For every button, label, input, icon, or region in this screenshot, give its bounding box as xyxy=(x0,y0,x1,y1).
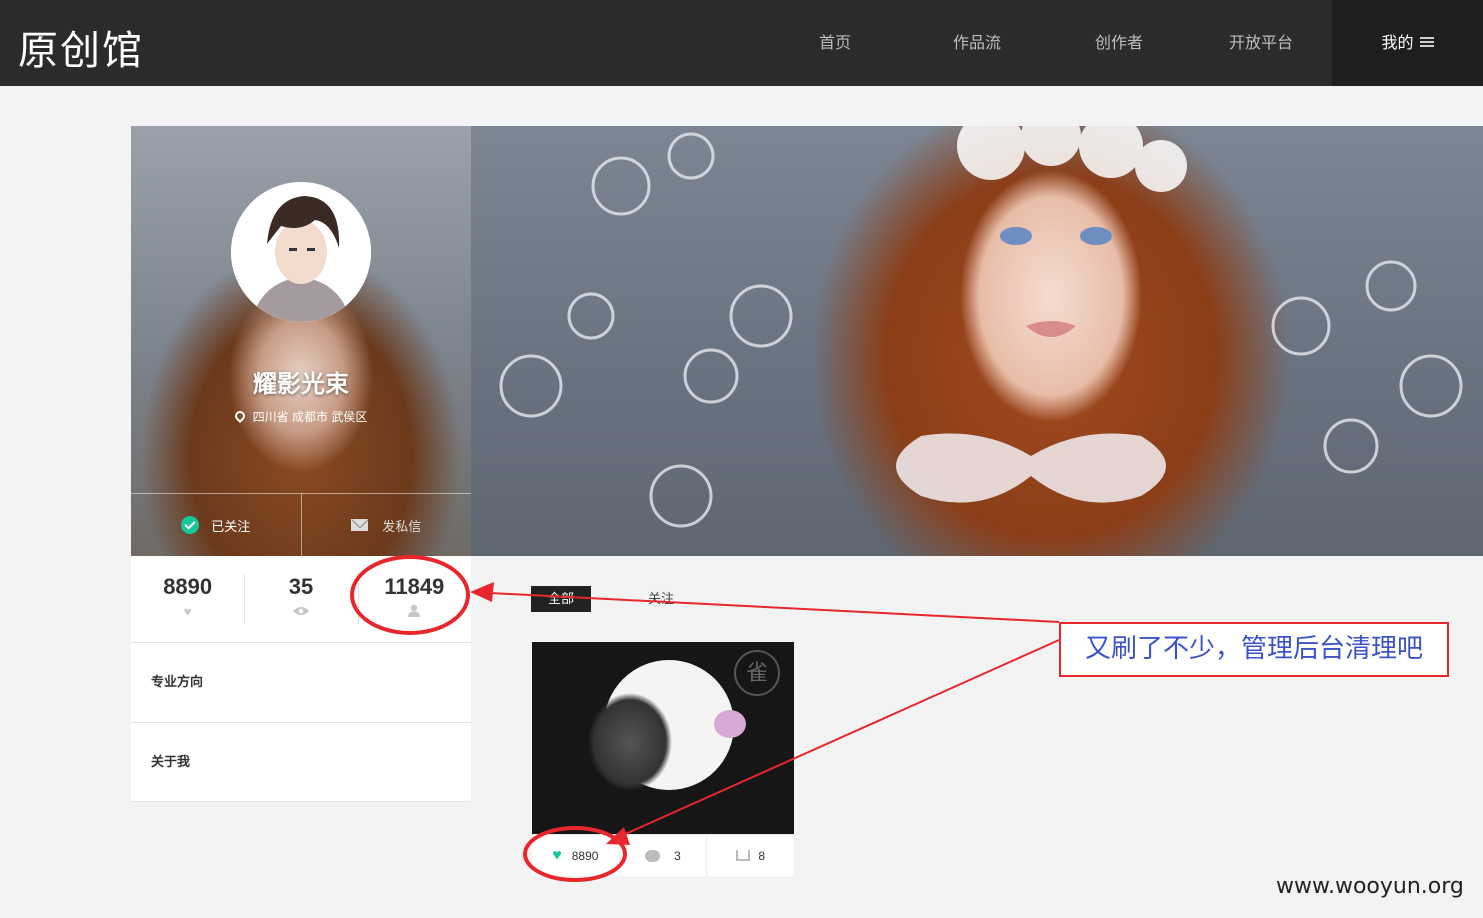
stat-followers-value: 11849 xyxy=(384,574,445,599)
stat-likes: 8890 ♥ xyxy=(131,556,244,642)
tab-follow[interactable]: 关注 xyxy=(631,586,691,612)
artwork-seal: 雀 xyxy=(734,650,780,696)
artwork-image[interactable]: 雀 xyxy=(532,642,794,834)
artwork-share-button[interactable]: 8 xyxy=(706,835,794,876)
section-about-me: 关于我 xyxy=(131,722,471,802)
follow-label: 已关注 xyxy=(211,518,251,534)
watermark: www.wooyun.org xyxy=(1276,874,1464,899)
nav-creators[interactable]: 创作者 xyxy=(1048,0,1190,86)
message-button[interactable]: 发私信 xyxy=(300,494,472,556)
stat-likes-value: 8890 xyxy=(163,574,213,599)
heart-icon: ♥ xyxy=(552,846,562,864)
location-pin-icon xyxy=(232,408,247,423)
top-nav: 原创馆 首页 作品流 创作者 开放平台 我的 xyxy=(0,0,1483,86)
artwork-comment-count: 3 xyxy=(674,848,681,863)
artwork-card[interactable]: 雀 ♥ 8890 3 8 xyxy=(532,642,794,876)
eye-icon xyxy=(244,604,357,619)
mail-icon xyxy=(351,519,369,531)
stat-views: 35 xyxy=(244,556,357,642)
annotation-note: 又刷了不少，管理后台清理吧 xyxy=(1059,622,1449,677)
stat-views-value: 35 xyxy=(288,574,314,599)
artwork-share-count: 8 xyxy=(758,848,766,863)
nav-works-feed[interactable]: 作品流 xyxy=(906,0,1048,86)
location-text: 四川省 成都市 武侯区 xyxy=(252,410,368,424)
nav-open-platform[interactable]: 开放平台 xyxy=(1190,0,1332,86)
artwork-meta: ♥ 8890 3 8 xyxy=(532,834,794,876)
heart-icon: ♥ xyxy=(183,604,192,619)
artwork-peacock xyxy=(550,672,700,822)
artwork-comment-button[interactable]: 3 xyxy=(618,835,707,876)
menu-icon xyxy=(1419,36,1434,47)
check-icon xyxy=(181,516,200,534)
annotation-arrowhead-1 xyxy=(470,582,494,602)
profile-username: 耀影光束 xyxy=(253,371,349,398)
section-specialty: 专业方向 xyxy=(131,642,471,722)
follow-button[interactable]: 已关注 xyxy=(131,494,301,556)
artwork-like-count: 8890 xyxy=(571,848,599,863)
profile-cover: 耀影光束 四川省 成都市 武侯区 已关注 发私信 xyxy=(131,126,471,556)
nav-home[interactable]: 首页 xyxy=(764,0,906,86)
comment-icon xyxy=(645,849,661,862)
profile-location: 四川省 成都市 武侯区 xyxy=(131,408,471,425)
profile-stats: 8890 ♥ 35 11849 xyxy=(131,556,471,642)
message-label: 发私信 xyxy=(382,518,422,534)
profile-banner-image xyxy=(471,126,1483,556)
nav-mine[interactable]: 我的 xyxy=(1332,0,1483,86)
tab-all[interactable]: 全部 xyxy=(531,586,591,612)
site-logo[interactable]: 原创馆 xyxy=(18,18,144,76)
artwork-flower xyxy=(714,710,746,738)
avatar[interactable] xyxy=(231,182,371,322)
user-icon xyxy=(358,604,471,620)
nav-mine-label: 我的 xyxy=(1381,35,1414,52)
profile-actions: 已关注 发私信 xyxy=(131,493,471,556)
share-icon xyxy=(736,850,751,861)
stat-followers: 11849 xyxy=(357,556,471,642)
artwork-like-button[interactable]: ♥ 8890 xyxy=(532,835,619,876)
